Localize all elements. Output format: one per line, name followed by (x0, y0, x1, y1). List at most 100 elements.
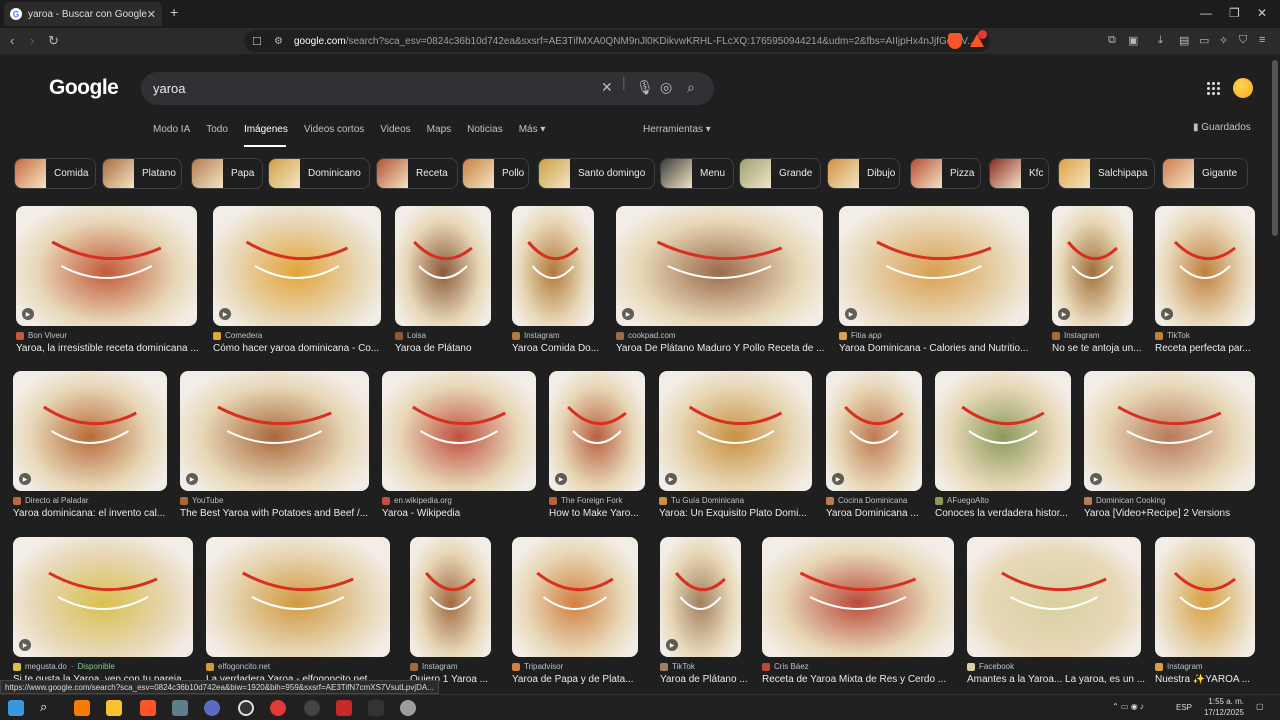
result-image[interactable]: ▶ (1052, 206, 1133, 326)
result-title[interactable]: Cómo hacer yaroa dominicana - Co... (213, 343, 401, 354)
result-title[interactable]: Yaroa [Video+Recipe] 2 Versions (1084, 508, 1275, 519)
app-icon-4[interactable] (270, 700, 286, 716)
scrollbar[interactable] (1272, 60, 1278, 236)
result-source[interactable]: Bon Viveur (16, 331, 67, 340)
result-source[interactable]: Cris Báez (762, 662, 809, 671)
result-image[interactable] (382, 371, 536, 491)
chip-salchipapa[interactable]: Salchipapa (1058, 158, 1155, 189)
tab-todo[interactable]: Todo (206, 124, 228, 140)
url-bar[interactable]: ☐ ⚙ google.com/search?sca_esv=0824c36b10… (244, 30, 990, 52)
windows-start-icon[interactable] (8, 700, 24, 716)
tab-imagenes[interactable]: Imágenes (244, 124, 288, 140)
result-image[interactable] (935, 371, 1071, 491)
result-title[interactable]: Yaroa de Plátano (395, 343, 511, 354)
chip-pollo[interactable]: Pollo (462, 158, 529, 189)
result-title[interactable]: Yaroa Dominicana - Calories and Nutritio… (839, 343, 1049, 354)
result-image[interactable]: ▶ (616, 206, 823, 326)
result-image[interactable]: ▶ (659, 371, 812, 491)
clear-search-icon[interactable]: ✕ (601, 79, 613, 96)
result-image[interactable]: ▶ (549, 371, 645, 491)
result-title[interactable]: Nuestra ✨YAROA ... (1155, 674, 1275, 685)
sidebar-icon[interactable]: ▤ (1179, 34, 1189, 47)
minimize-icon[interactable]: — (1200, 6, 1212, 20)
result-title[interactable]: Yaroa - Wikipedia (382, 508, 556, 519)
chip-grande[interactable]: Grande (739, 158, 821, 189)
chip-kfc[interactable]: Kfc (989, 158, 1049, 189)
result-source[interactable]: Loisa (395, 331, 426, 340)
result-image[interactable] (512, 537, 638, 657)
result-title[interactable]: How to Make Yaro... (549, 508, 665, 519)
chip-dibujo[interactable]: Dibujo (827, 158, 900, 189)
wallet-icon[interactable]: ▭ (1199, 34, 1209, 47)
result-image[interactable]: ▶ (839, 206, 1029, 326)
result-image[interactable] (762, 537, 954, 657)
result-source[interactable]: Tu Guía Dominicana (659, 496, 744, 505)
result-source[interactable]: Cocina Dominicana (826, 496, 907, 505)
chip-papa[interactable]: Papa (191, 158, 263, 189)
settings-icon[interactable] (304, 700, 320, 716)
result-source[interactable]: Directo al Paladar (13, 496, 89, 505)
result-image[interactable] (395, 206, 491, 326)
leo-ai-icon[interactable]: ✧ (1219, 34, 1228, 47)
result-image[interactable]: ▶ (16, 206, 197, 326)
result-title[interactable]: Yaroa de Plátano ... (660, 674, 761, 685)
vpn-icon[interactable]: ⛉ (1239, 34, 1247, 47)
result-image[interactable]: ▶ (213, 206, 381, 326)
result-image[interactable] (1155, 537, 1255, 657)
notifications-icon[interactable]: ▢ (1256, 702, 1264, 711)
result-image[interactable] (512, 206, 594, 326)
extensions-icon[interactable]: ⧉ (1108, 34, 1116, 47)
result-image[interactable] (206, 537, 390, 657)
result-source[interactable]: Dominican Cooking (1084, 496, 1165, 505)
tab-mas[interactable]: Más ▾ (519, 124, 546, 140)
language-indicator[interactable]: ESP (1176, 703, 1192, 712)
clock-date[interactable]: 17/12/2025 (1200, 708, 1244, 717)
result-title[interactable]: Yaroa: Un Exquisito Plato Domi... (659, 508, 832, 519)
app-icon-6[interactable] (368, 700, 384, 716)
result-title[interactable]: No se te antoja un... (1052, 343, 1153, 354)
result-source[interactable]: Instagram (1052, 331, 1100, 340)
chip-santo-domingo[interactable]: Santo domingo (538, 158, 655, 189)
result-source[interactable]: Tripadvisor (512, 662, 563, 671)
google-apps-icon[interactable] (1207, 82, 1220, 95)
search-input[interactable]: yaroa (141, 72, 714, 105)
clock-time[interactable]: 1:55 a. m. (1200, 697, 1244, 706)
new-tab-icon[interactable]: + (170, 4, 178, 20)
result-title[interactable]: Yaroa dominicana: el invento cal... (13, 508, 187, 519)
app-icon-5[interactable] (336, 700, 352, 716)
screenshot-icon[interactable]: ▣ (1128, 34, 1138, 47)
tab-videos[interactable]: Videos (380, 124, 410, 140)
app-icon-3[interactable] (238, 700, 254, 716)
close-window-icon[interactable]: ✕ (1257, 6, 1267, 20)
result-image[interactable]: ▶ (13, 537, 193, 657)
result-title[interactable]: The Best Yaroa with Potatoes and Beef /.… (180, 508, 389, 519)
result-source[interactable]: en.wikipedia.org (382, 496, 452, 505)
tab-maps[interactable]: Maps (427, 124, 451, 140)
chip-platano[interactable]: Platano (102, 158, 182, 189)
app-icon-7[interactable] (400, 700, 416, 716)
voice-search-icon[interactable]: 🎙 (636, 79, 654, 96)
result-source[interactable]: The Foreign Fork (549, 496, 622, 505)
result-source[interactable]: Facebook (967, 662, 1014, 671)
result-source[interactable]: Instagram (1155, 662, 1203, 671)
result-image[interactable]: ▶ (180, 371, 369, 491)
result-source[interactable]: Instagram (410, 662, 458, 671)
download-icon[interactable]: ⤓ (1158, 34, 1163, 47)
app-icon-2[interactable] (204, 700, 220, 716)
result-source[interactable]: YouTube (180, 496, 223, 505)
result-source[interactable]: TikTok (1155, 331, 1190, 340)
saved-button[interactable]: ▮ Guardados (1193, 122, 1251, 133)
avatar[interactable] (1233, 78, 1253, 98)
result-title[interactable]: Yaroa de Papa y de Plata... (512, 674, 658, 685)
result-title[interactable]: Yaroa Comida Do... (512, 343, 614, 354)
chip-comida[interactable]: Comida (14, 158, 96, 189)
result-title[interactable]: Yaroa, la irresistible receta dominicana… (16, 343, 217, 354)
tray-icons[interactable]: ⌃ ▭ ◉ ♪ (1112, 702, 1144, 711)
result-source[interactable]: Comedera (213, 331, 262, 340)
result-source[interactable]: Instagram (512, 331, 560, 340)
tab-noticias[interactable]: Noticias (467, 124, 503, 140)
result-image[interactable] (410, 537, 491, 657)
tools-button[interactable]: Herramientas ▾ (643, 124, 711, 135)
chip-receta[interactable]: Receta (376, 158, 458, 189)
forward-icon[interactable]: › (30, 33, 34, 48)
